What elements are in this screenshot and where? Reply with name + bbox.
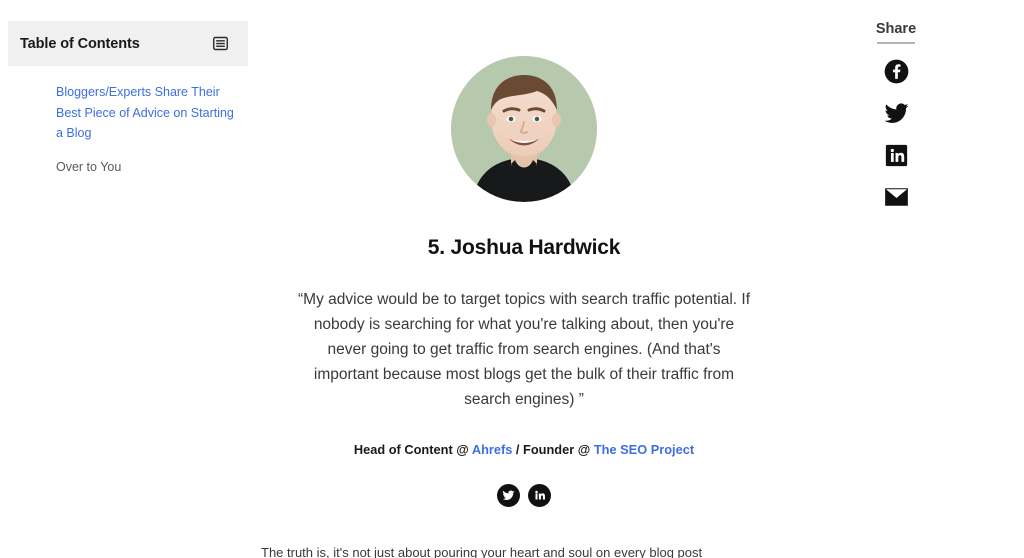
email-icon[interactable] — [883, 184, 909, 210]
linkedin-icon[interactable] — [883, 142, 909, 168]
body-paragraph: The truth is, it's not just about pourin… — [261, 544, 703, 558]
quote-text: “My advice would be to target topics wit… — [298, 291, 751, 409]
attribution-separator: / Founder @ — [512, 441, 594, 457]
facebook-icon[interactable] — [883, 58, 909, 84]
twitter-icon[interactable] — [883, 100, 909, 126]
list-item: Over to You — [56, 157, 234, 178]
share-icon-list — [860, 58, 932, 210]
share-rail: Share — [860, 21, 932, 210]
toc-link-over-to-you[interactable]: Over to You — [56, 157, 234, 178]
page-title: 5. Joshua Hardwick — [427, 236, 621, 259]
table-of-contents: Table of Contents Bloggers/Experts Share… — [8, 21, 248, 191]
link-ahrefs[interactable]: Ahrefs — [472, 442, 513, 457]
main-content: 5. Joshua Hardwick “My advice would be t… — [260, 0, 788, 558]
attribution-role-one: Head of Content @ — [353, 441, 472, 457]
avatar — [451, 56, 597, 202]
share-divider — [877, 42, 915, 44]
list-icon[interactable] — [213, 36, 228, 51]
share-title: Share — [875, 21, 917, 37]
linkedin-icon[interactable] — [528, 483, 551, 507]
avatar-wrapper — [260, 56, 788, 202]
profile-social-links — [260, 483, 788, 507]
link-the-seo-project[interactable]: The SEO Project — [594, 442, 694, 457]
toc-title: Table of Contents — [20, 35, 140, 52]
toc-list: Bloggers/Experts Share Their Best Piece … — [8, 66, 248, 178]
toc-header: Table of Contents — [8, 21, 248, 66]
toc-link-bloggers-experts[interactable]: Bloggers/Experts Share Their Best Piece … — [56, 82, 234, 144]
list-item: Bloggers/Experts Share Their Best Piece … — [56, 82, 234, 144]
article-page: Table of Contents Bloggers/Experts Share… — [0, 0, 1024, 558]
attribution-line: Head of Content @ Ahrefs / Founder @ The… — [260, 442, 788, 457]
twitter-icon[interactable] — [497, 483, 520, 507]
